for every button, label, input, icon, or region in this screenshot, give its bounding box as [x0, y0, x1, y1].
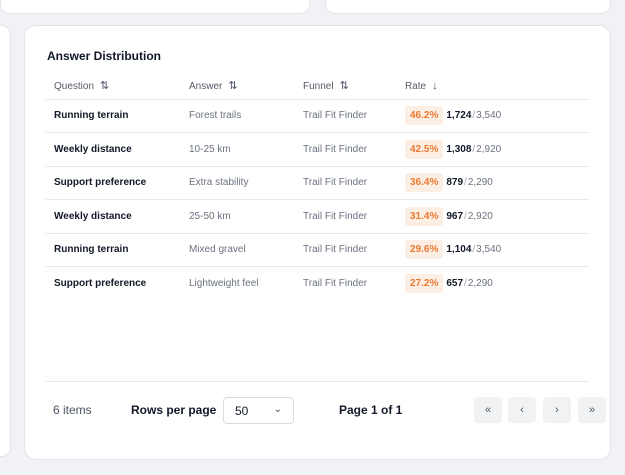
sort-desc-icon[interactable]: ↓: [432, 80, 438, 92]
cell-answer: Lightweight feel: [189, 278, 259, 289]
cell-question: Support preference: [54, 278, 147, 289]
cell-rate: 46.2% 1,724/3,540: [397, 99, 589, 133]
column-label: Rate: [405, 80, 427, 92]
cell-question: Weekly distance: [46, 199, 181, 234]
cell-question: Running terrain: [46, 233, 181, 267]
column-header-question[interactable]: Question ⇅: [46, 73, 181, 100]
rate-separator: /: [464, 210, 467, 222]
rate-badge: 36.4%: [405, 173, 444, 193]
chevron-down-icon: ⌄: [273, 404, 282, 415]
rate-count: 1,724: [446, 110, 472, 122]
column-header-answer[interactable]: Answer ⇅: [181, 73, 295, 100]
rate-count: 1,104: [446, 244, 472, 256]
table-header-row: Question ⇅ Answer ⇅ Funnel ⇅ Rate ↓: [46, 73, 589, 100]
rate-total: 2,920: [476, 143, 502, 155]
rate-separator: /: [472, 244, 476, 256]
cell-funnel: Trail Fit Finder: [295, 132, 397, 167]
rate-separator: /: [464, 278, 467, 289]
chevron-left-icon: ‹: [520, 404, 524, 416]
rate-total: 3,540: [476, 244, 502, 256]
cell-answer: Extra stability: [181, 166, 295, 200]
rate-badge: 31.4%: [405, 206, 444, 226]
cell-funnel: Trail Fit Finder: [295, 99, 397, 133]
rate-badge: 46.2%: [405, 106, 444, 126]
table-row[interactable]: Support preference Lightweight feel Trai…: [46, 267, 589, 301]
column-label: Question: [54, 81, 95, 93]
rate-count: 967: [446, 210, 464, 222]
cell-answer: 10-25 km: [181, 132, 295, 167]
page-indicator: Page 1 of 1: [339, 403, 403, 417]
cell-answer: Mixed gravel: [181, 233, 295, 267]
next-page-button[interactable]: ›: [543, 397, 571, 423]
rate-badge: 29.6%: [405, 240, 444, 260]
items-count: 6 items: [53, 403, 92, 417]
rate-separator: /: [472, 143, 476, 155]
cell-rate: 36.4% 879/2,290: [397, 166, 589, 200]
cell-rate: 42.5% 1,308/2,920: [397, 132, 589, 167]
rate-count: 657: [446, 278, 464, 289]
cell-rate: 29.6% 1,104/3,540: [397, 233, 589, 267]
chevron-right-icon: ›: [555, 404, 559, 416]
table-row[interactable]: Support preference Extra stability Trail…: [46, 166, 589, 200]
cell-question: Support preference: [46, 166, 181, 200]
cell-question: Weekly distance: [46, 132, 181, 167]
column-header-funnel[interactable]: Funnel ⇅: [295, 73, 397, 100]
table-row[interactable]: Running terrain Forest trails Trail Fit …: [46, 99, 589, 133]
left-card: [0, 25, 11, 457]
cell-rate: 27.2% 657/2,290: [397, 267, 589, 301]
column-label: Funnel: [303, 81, 334, 93]
table-row[interactable]: Weekly distance 10-25 km Trail Fit Finde…: [46, 132, 589, 167]
sort-both-icon[interactable]: ⇅: [100, 80, 109, 92]
rate-count: 1,308: [446, 143, 472, 155]
cell-question: Running terrain: [46, 99, 181, 133]
rate-separator: /: [464, 177, 467, 189]
rate-separator: /: [472, 110, 476, 122]
rows-per-page-label: Rows per page: [131, 403, 217, 417]
rate-count: 879: [446, 177, 464, 189]
rate-badge: 42.5%: [405, 139, 444, 159]
cell-funnel: Trail Fit Finder: [303, 278, 368, 289]
column-label: Answer: [189, 81, 223, 93]
rate-total: 2,920: [467, 210, 493, 222]
previous-page-button[interactable]: ‹: [508, 397, 536, 423]
panel-title: Answer Distribution: [47, 49, 162, 63]
sort-both-icon[interactable]: ⇅: [228, 80, 237, 92]
cell-funnel: Trail Fit Finder: [295, 233, 397, 267]
rows-per-page-select[interactable]: 50 ⌄: [223, 397, 294, 424]
cell-funnel: Trail Fit Finder: [295, 166, 397, 200]
top-right-card: [325, 0, 611, 14]
cell-rate: 31.4% 967/2,920: [397, 199, 589, 234]
table-row[interactable]: Running terrain Mixed gravel Trail Fit F…: [46, 233, 589, 267]
top-left-card: [0, 0, 310, 14]
cell-answer: Forest trails: [181, 99, 295, 133]
rows-per-page-value: 50: [235, 404, 249, 418]
table-row[interactable]: Weekly distance 25-50 km Trail Fit Finde…: [46, 199, 589, 234]
double-chevron-left-icon: «: [484, 404, 492, 416]
cell-answer: 25-50 km: [181, 199, 295, 234]
last-page-button[interactable]: »: [578, 397, 606, 423]
rate-total: 3,540: [476, 110, 502, 122]
double-chevron-right-icon: »: [588, 404, 596, 416]
cell-funnel: Trail Fit Finder: [295, 199, 397, 234]
answer-table: Question ⇅ Answer ⇅ Funnel ⇅ Rate ↓ Running …: [46, 73, 589, 300]
answer-distribution-card: Answer Distribution Question ⇅ Answer ⇅ Fu…: [24, 25, 611, 460]
rate-total: 2,290: [467, 278, 493, 289]
rate-badge: 27.2%: [405, 274, 444, 293]
sort-both-icon[interactable]: ⇅: [340, 80, 349, 92]
column-header-rate[interactable]: Rate ↓: [397, 73, 589, 100]
footer-divider: [46, 381, 589, 382]
rate-total: 2,290: [467, 177, 493, 189]
pagination-footer: 6 items Rows per page 50 ⌄ Page 1 of 1 «…: [46, 396, 606, 426]
first-page-button[interactable]: «: [474, 397, 502, 423]
